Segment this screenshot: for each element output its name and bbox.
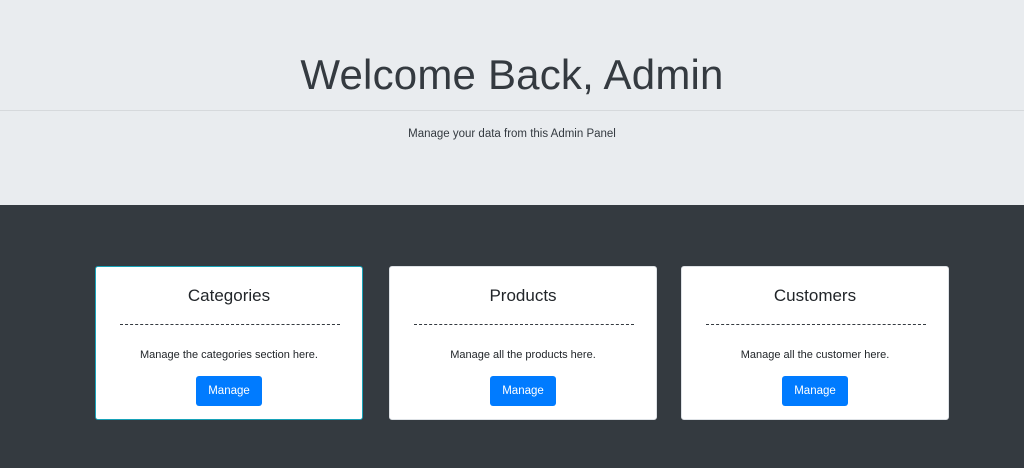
page-subtitle: Manage your data from this Admin Panel: [408, 128, 616, 140]
card-description: Manage the categories section here.: [140, 349, 318, 361]
manage-products-button[interactable]: Manage: [490, 376, 556, 406]
page-title: Welcome Back, Admin: [300, 51, 724, 98]
card-products: Products Manage all the products here. M…: [389, 266, 657, 420]
card-title: Customers: [773, 286, 857, 305]
manage-categories-button[interactable]: Manage: [196, 376, 262, 406]
card-divider: [414, 324, 634, 325]
manage-customers-button[interactable]: Manage: [782, 376, 848, 406]
card-description: Manage all the customer here.: [740, 349, 890, 361]
card-categories: Categories Manage the categories section…: [95, 266, 363, 420]
card-description: Manage all the products here.: [450, 349, 596, 361]
card-customers: Customers Manage all the customer here. …: [681, 266, 949, 420]
card-divider: [120, 324, 340, 325]
card-divider: [706, 324, 926, 325]
card-title: Products: [489, 286, 557, 305]
hero-section: Welcome Back, Admin Manage your data fro…: [0, 0, 1024, 205]
hero-divider: [0, 110, 1024, 111]
card-title: Categories: [187, 286, 271, 305]
